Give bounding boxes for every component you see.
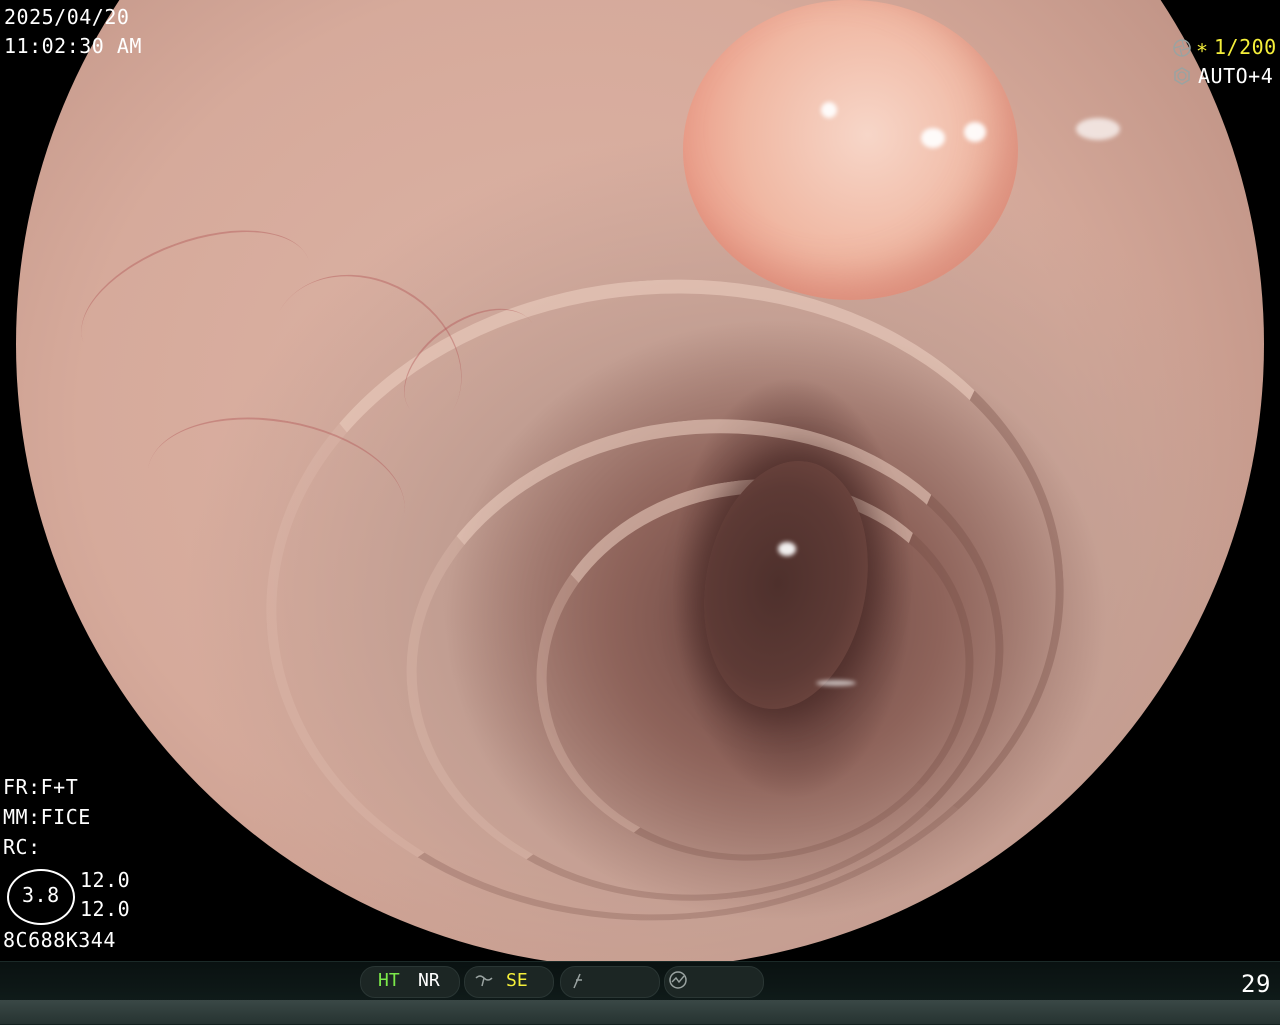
- shutter-speed: 1/200: [1214, 35, 1277, 59]
- se-indicator[interactable]: SE: [506, 970, 528, 992]
- value-top: 12.0: [80, 868, 131, 892]
- lumen-reflection: [778, 542, 796, 556]
- mucus-bubble: [683, 0, 1018, 300]
- lumen-reflection: [816, 680, 856, 686]
- nr-indicator[interactable]: NR: [418, 970, 440, 992]
- slash-icon: [573, 973, 582, 989]
- aperture-icon: [1173, 39, 1191, 57]
- circle-value: 3.8: [22, 883, 60, 907]
- fr-setting: FR:F+T: [3, 775, 79, 799]
- rc-setting: RC:: [3, 835, 41, 859]
- mm-setting: MM:FICE: [3, 805, 91, 829]
- bubble-reflection: [821, 102, 837, 118]
- ht-indicator[interactable]: HT: [378, 970, 400, 992]
- exposure-mode: AUTO+4: [1198, 64, 1274, 88]
- time-readout: 11:02:30 AM: [4, 34, 142, 58]
- endoscope-image: [16, 0, 1264, 968]
- date-readout: 2025/04/20: [4, 5, 130, 29]
- bubble-reflection: [964, 122, 986, 142]
- shutter-prefix: ∗: [1196, 35, 1209, 59]
- bubble-reflection: [921, 128, 945, 148]
- frame-counter: 29: [1241, 970, 1271, 998]
- ht-nr-group[interactable]: [360, 966, 460, 998]
- gauge-icon: [669, 971, 687, 989]
- iris-icon: [1174, 67, 1190, 85]
- wall-reflection: [1076, 118, 1120, 140]
- wave-icon: [475, 975, 493, 987]
- value-bottom: 12.0: [80, 897, 131, 921]
- serial-number: 8C688K344: [3, 928, 116, 952]
- status-bar-lower: [0, 1000, 1280, 1024]
